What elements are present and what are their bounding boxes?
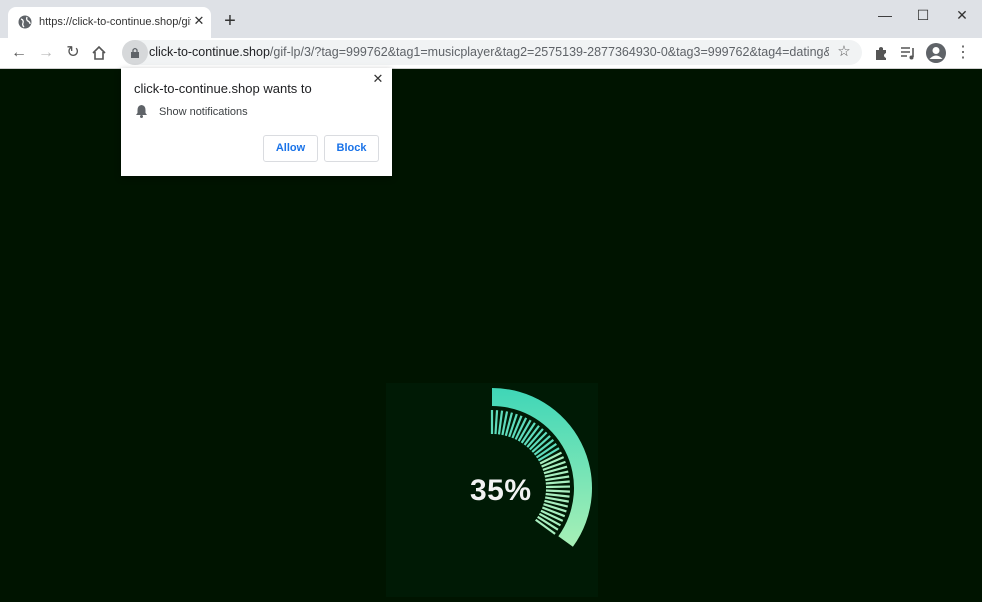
progress-tick	[495, 410, 497, 434]
globe-icon	[18, 15, 32, 29]
menu-kebab-icon[interactable]: ⋮	[953, 43, 973, 63]
lock-icon	[130, 47, 140, 58]
url-text[interactable]: click-to-continue.shop/gif-lp/3/?tag=999…	[149, 45, 829, 59]
close-window-icon[interactable]: ✕	[949, 6, 975, 24]
browser-toolbar: ← → ↻ click-to-continue.shop/gif-lp/3/?t…	[0, 38, 982, 69]
profile-avatar-icon[interactable]	[925, 42, 947, 64]
url-host: click-to-continue.shop	[149, 45, 270, 59]
progress-tick	[546, 490, 570, 491]
popup-close-icon[interactable]: ✕	[371, 72, 385, 86]
address-bar[interactable]: click-to-continue.shop/gif-lp/3/?tag=999…	[122, 40, 862, 65]
tab-title: https://click-to-continue.shop/gif-lp/3/	[39, 16, 191, 28]
progress-percentage: 35%	[470, 474, 532, 508]
reload-icon[interactable]: ↻	[63, 43, 83, 63]
bookmark-star-icon[interactable]: ☆	[834, 42, 854, 62]
progress-tick	[499, 411, 502, 435]
media-control-icon[interactable]	[900, 45, 916, 61]
notification-permission-popup: ✕ click-to-continue.shop wants to Show n…	[121, 68, 392, 176]
extensions-icon[interactable]	[873, 45, 889, 61]
bell-icon	[135, 104, 148, 118]
url-path: /gif-lp/3/?tag=999762&tag1=musicplayer&t…	[270, 45, 829, 59]
back-arrow-icon[interactable]: ←	[9, 43, 29, 63]
permission-label: Show notifications	[159, 106, 248, 118]
site-info-button[interactable]	[122, 40, 148, 65]
progress-tick	[545, 477, 569, 481]
minimize-icon[interactable]: —	[872, 6, 898, 24]
home-icon[interactable]	[91, 45, 107, 61]
progress-tick	[546, 482, 570, 484]
new-tab-icon[interactable]: +	[220, 11, 240, 31]
popup-title: click-to-continue.shop wants to	[134, 81, 312, 96]
allow-button[interactable]: Allow	[263, 135, 318, 162]
block-button[interactable]: Block	[324, 135, 379, 162]
title-bar: https://click-to-continue.shop/gif-lp/3/…	[0, 0, 982, 38]
forward-arrow-icon[interactable]: →	[36, 43, 56, 63]
tab-close-icon[interactable]: ✕	[191, 13, 207, 29]
progress-tick	[546, 494, 570, 497]
maximize-icon[interactable]: ☐	[910, 6, 936, 24]
browser-tab[interactable]: https://click-to-continue.shop/gif-lp/3/…	[8, 7, 211, 38]
